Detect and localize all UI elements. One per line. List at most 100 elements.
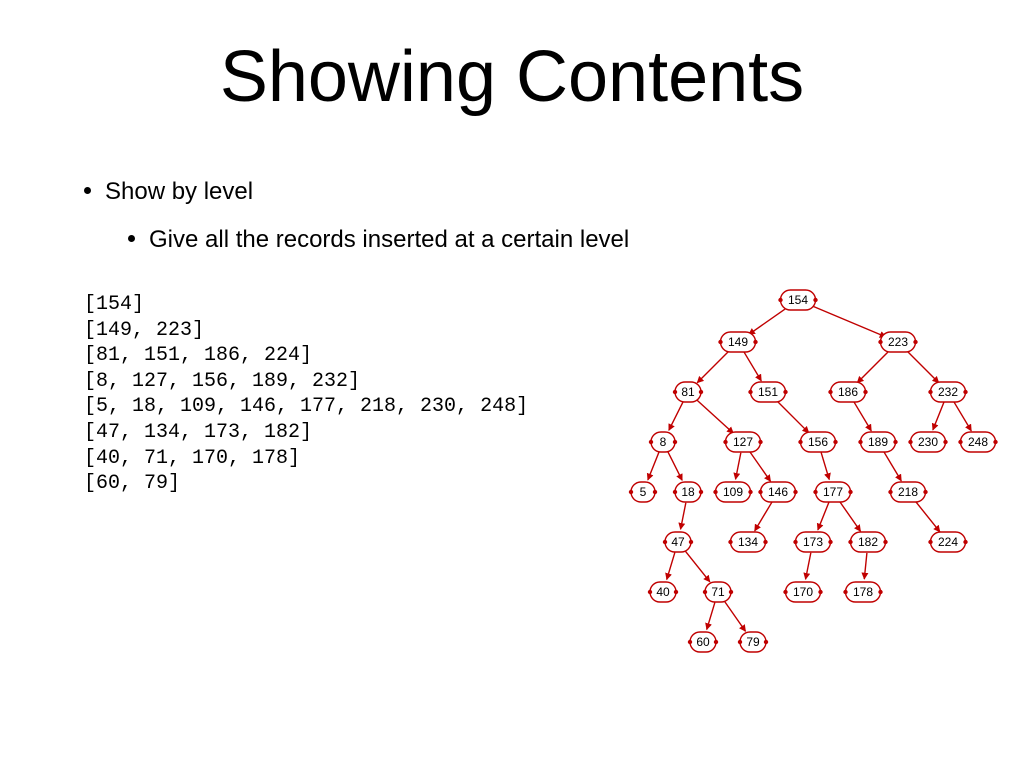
port-right: [689, 540, 693, 544]
bullet-icon: [84, 187, 91, 194]
tree-node: 232: [928, 382, 967, 402]
svg-text:189: 189: [868, 435, 888, 449]
tree-node: 149: [718, 332, 757, 352]
svg-text:60: 60: [696, 635, 710, 649]
port-right: [673, 440, 677, 444]
port-left: [858, 440, 862, 444]
port-right: [758, 440, 762, 444]
port-right: [883, 540, 887, 544]
tree-node: 248: [958, 432, 997, 452]
svg-text:173: 173: [803, 535, 823, 549]
svg-text:151: 151: [758, 385, 778, 399]
port-right: [764, 640, 768, 644]
port-left: [928, 540, 932, 544]
port-left: [718, 340, 722, 344]
tree-node: 146: [758, 482, 797, 502]
port-left: [748, 390, 752, 394]
port-right: [813, 298, 817, 302]
tree-node: 40: [648, 582, 678, 602]
tree-node: 177: [813, 482, 852, 502]
svg-text:134: 134: [738, 535, 758, 549]
port-left: [778, 298, 782, 302]
port-left: [649, 440, 653, 444]
port-right: [699, 390, 703, 394]
tree-node: 60: [688, 632, 718, 652]
port-right: [848, 490, 852, 494]
tree-node: 170: [783, 582, 822, 602]
tree-node: 18: [673, 482, 703, 502]
tree-node: 223: [878, 332, 917, 352]
tree-node: 81: [673, 382, 703, 402]
tree-node: 5: [629, 482, 657, 502]
port-left: [813, 490, 817, 494]
svg-text:8: 8: [660, 435, 667, 449]
tree-node: 230: [908, 432, 947, 452]
svg-text:186: 186: [838, 385, 858, 399]
svg-text:146: 146: [768, 485, 788, 499]
svg-text:182: 182: [858, 535, 878, 549]
port-left: [798, 440, 802, 444]
tree-node: 182: [848, 532, 887, 552]
port-right: [793, 490, 797, 494]
svg-text:170: 170: [793, 585, 813, 599]
tree-node: 154: [778, 290, 817, 310]
port-right: [828, 540, 832, 544]
svg-text:230: 230: [918, 435, 938, 449]
tree-node: 127: [723, 432, 762, 452]
port-right: [674, 590, 678, 594]
tree-node: 218: [888, 482, 927, 502]
port-right: [818, 590, 822, 594]
tree-node: 109: [713, 482, 752, 502]
port-left: [713, 490, 717, 494]
tree-node: 71: [703, 582, 733, 602]
tree-node: 224: [928, 532, 967, 552]
svg-text:232: 232: [938, 385, 958, 399]
port-right: [763, 540, 767, 544]
port-right: [729, 590, 733, 594]
port-left: [688, 640, 692, 644]
tree-node: 173: [793, 532, 832, 552]
port-right: [863, 390, 867, 394]
port-right: [753, 340, 757, 344]
port-right: [923, 490, 927, 494]
port-left: [703, 590, 707, 594]
port-left: [843, 590, 847, 594]
port-left: [908, 440, 912, 444]
svg-text:248: 248: [968, 435, 988, 449]
port-right: [963, 390, 967, 394]
tree-node: 151: [748, 382, 787, 402]
tree-svg: 1541492238115118623281271561892302485181…: [618, 282, 1010, 672]
svg-text:71: 71: [711, 585, 725, 599]
port-left: [673, 490, 677, 494]
port-left: [723, 440, 727, 444]
svg-text:40: 40: [656, 585, 670, 599]
svg-text:149: 149: [728, 335, 748, 349]
tree-node: 8: [649, 432, 677, 452]
slide-title: Showing Contents: [0, 36, 1024, 118]
tree-node: 47: [663, 532, 693, 552]
port-left: [673, 390, 677, 394]
bullet-icon: [128, 235, 135, 242]
svg-text:154: 154: [788, 293, 808, 307]
port-right: [833, 440, 837, 444]
svg-text:223: 223: [888, 335, 908, 349]
svg-text:109: 109: [723, 485, 743, 499]
svg-text:79: 79: [746, 635, 760, 649]
port-right: [993, 440, 997, 444]
bullet-2-text: Give all the records inserted at a certa…: [149, 226, 629, 253]
port-left: [828, 390, 832, 394]
svg-text:178: 178: [853, 585, 873, 599]
port-left: [888, 490, 892, 494]
tree-node: 79: [738, 632, 768, 652]
svg-text:224: 224: [938, 535, 958, 549]
tree-diagram: 1541492238115118623281271561892302485181…: [618, 282, 1010, 672]
port-right: [699, 490, 703, 494]
port-right: [963, 540, 967, 544]
port-left: [738, 640, 742, 644]
tree-node: 178: [843, 582, 882, 602]
bullet-level-2: Give all the records inserted at a certa…: [128, 226, 944, 254]
svg-text:218: 218: [898, 485, 918, 499]
svg-text:47: 47: [671, 535, 685, 549]
bullet-list: Show by level Give all the records inser…: [84, 178, 944, 254]
port-left: [793, 540, 797, 544]
